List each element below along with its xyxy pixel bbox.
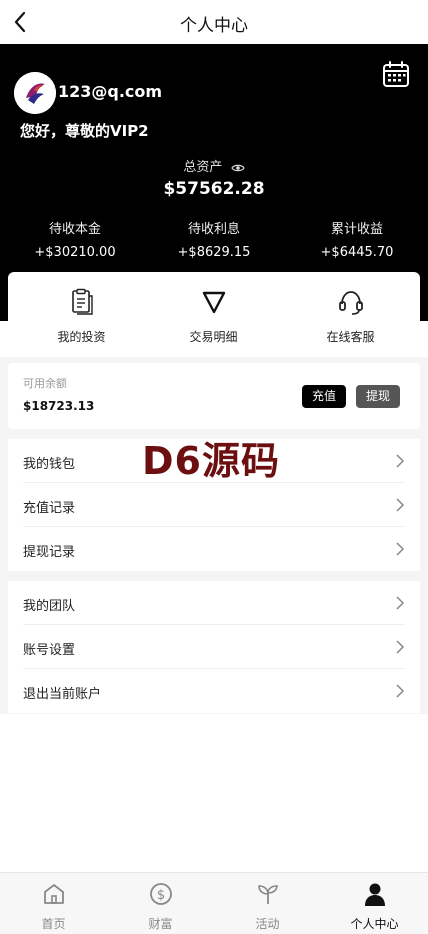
quick-link-transactions[interactable]: 交易明细 [145,288,282,345]
tab-wealth[interactable]: $ 财富 [107,881,214,932]
content-blank-area [0,714,428,872]
watermark-text: D6源码 [142,439,280,483]
tab-profile[interactable]: 个人中心 [321,881,428,932]
sprout-icon [257,885,278,904]
chevron-right-icon [396,542,405,556]
stat-value: +$6445.70 [320,245,394,260]
stat-label: 待收利息 [187,222,240,237]
triangle-icon [202,291,225,314]
stat-label: 累计收益 [330,222,383,237]
menu-item-logout[interactable]: 退出当前账户 [23,669,405,713]
stat-label: 待收本金 [48,222,101,237]
menu-item-label: 充值记录 [23,501,76,516]
balance-card: 可用余额 $18723.13 充值 提现 [8,363,420,429]
avatar-bird-icon [14,72,56,114]
stat-value: +$30210.00 [34,245,116,260]
menu-item-my-team[interactable]: 我的团队 [23,581,405,625]
quick-link-label: 在线客服 [326,330,375,344]
menu-item-label: 退出当前账户 [23,687,102,702]
home-icon [43,884,64,904]
withdraw-button[interactable]: 提现 [356,385,400,408]
clipboard-icon [71,288,93,315]
quick-link-label: 我的投资 [57,330,106,344]
total-assets-label-text: 总资产 [183,160,223,175]
tab-home[interactable]: 首页 [0,881,107,932]
quick-link-online-support[interactable]: 在线客服 [282,288,419,345]
menu-item-label: 我的团队 [23,599,76,614]
page-title: 个人中心 [180,16,248,36]
chevron-right-icon [396,498,405,512]
menu-item-label: 我的钱包 [23,457,76,472]
chevron-right-icon [396,684,405,698]
calendar-icon[interactable] [382,60,410,88]
menu-item-label: 提现记录 [23,545,76,560]
quick-link-label: 交易明细 [189,330,238,344]
tab-label: 活动 [255,917,280,931]
available-balance-value: $18723.13 [23,399,95,413]
menu-group-account: 我的团队 账号设置 退出当前账户 [8,581,420,713]
chevron-right-icon [396,454,405,468]
quick-links: 我的投资 交易明细 在线客服 [8,272,420,350]
chevron-right-icon [396,596,405,610]
quick-link-my-investments[interactable]: 我的投资 [13,288,150,345]
svg-text:$: $ [156,888,164,903]
chevron-right-icon [396,640,405,654]
menu-item-label: 账号设置 [23,643,76,658]
stat-pending-principal: 待收本金 +$30210.00 [4,218,146,260]
vip-greeting: 您好，尊敬的VIP2 [20,122,149,140]
available-balance-label: 可用余额 [23,377,67,390]
user-email: 123@q.com [58,82,163,101]
total-assets-label: 总资产 [0,156,428,175]
tab-label: 首页 [41,917,66,931]
person-icon [364,883,385,906]
stat-value: +$8629.15 [177,245,251,260]
headset-icon [338,291,363,315]
dollar-icon: $ [149,883,172,905]
bottom-tab-bar: 首页 $ 财富 活动 个人中心 [0,872,428,934]
eye-icon[interactable] [230,163,245,173]
total-assets-value: $57562.28 [163,179,265,199]
top-bar: 个人中心 [0,0,428,44]
stat-cumulative-earnings: 累计收益 +$6445.70 [286,218,428,260]
menu-item-withdraw-records[interactable]: 提现记录 [23,527,405,571]
tab-label: 财富 [148,917,173,931]
avatar[interactable] [14,72,56,114]
stat-pending-interest: 待收利息 +$8629.15 [143,218,285,260]
recharge-button[interactable]: 充值 [302,385,346,408]
menu-item-account-settings[interactable]: 账号设置 [23,625,405,669]
tab-label: 个人中心 [350,917,399,931]
tab-activity[interactable]: 活动 [214,881,321,932]
menu-item-recharge-records[interactable]: 充值记录 [23,483,405,527]
